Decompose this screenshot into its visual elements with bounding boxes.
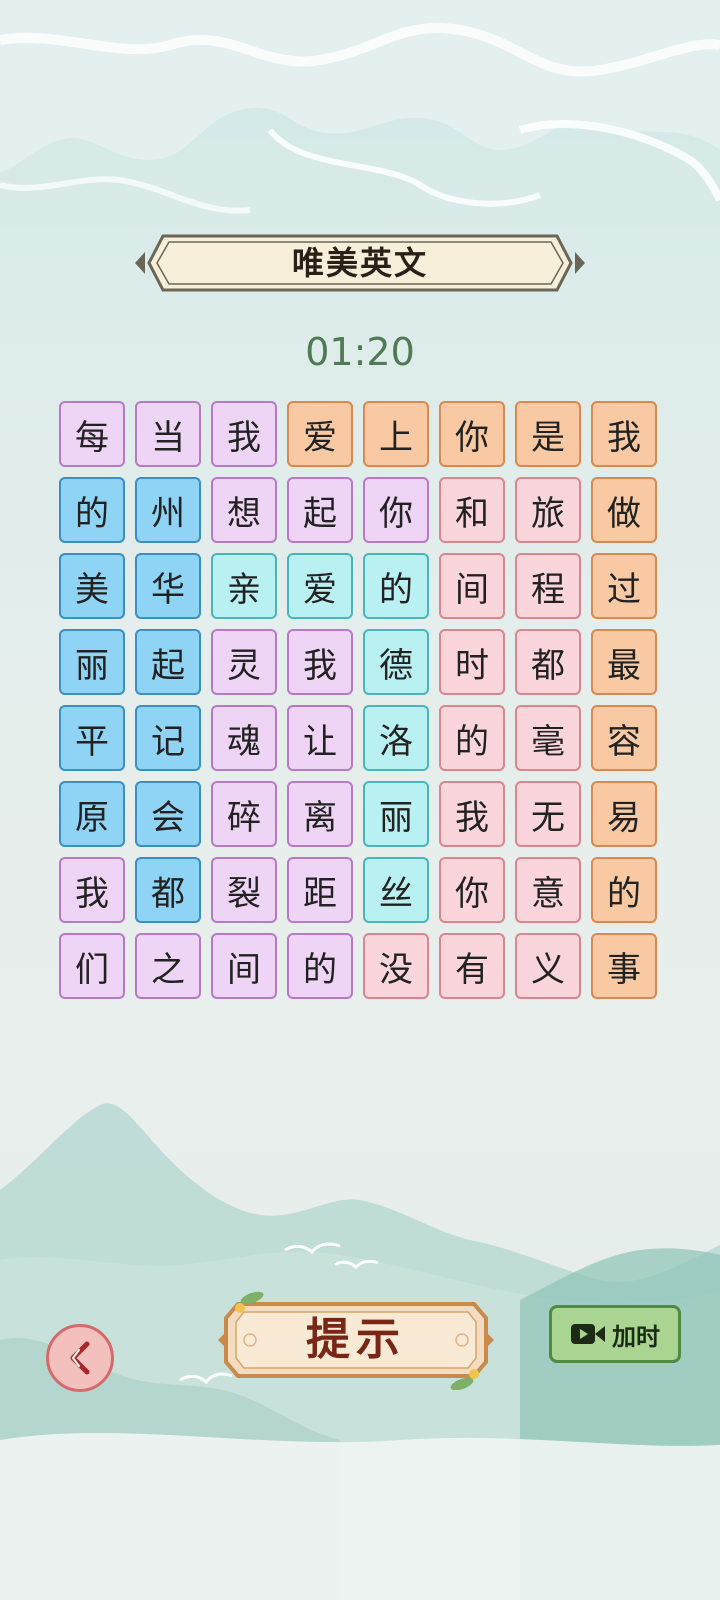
- character-tile[interactable]: 丽: [363, 781, 429, 847]
- character-grid: 每当我爱上你是我的州想起你和旅做美华亲爱的间程过丽起灵我德时都最平记魂让洛的毫容…: [59, 401, 661, 999]
- character-tile[interactable]: 想: [211, 477, 277, 543]
- character-tile[interactable]: 会: [135, 781, 201, 847]
- character-tile[interactable]: 魂: [211, 705, 277, 771]
- character-tile[interactable]: 我: [211, 401, 277, 467]
- character-tile[interactable]: 华: [135, 553, 201, 619]
- character-tile[interactable]: 间: [439, 553, 505, 619]
- video-camera-icon: [571, 1324, 605, 1344]
- character-tile[interactable]: 记: [135, 705, 201, 771]
- character-tile[interactable]: 的: [439, 705, 505, 771]
- character-tile[interactable]: 我: [439, 781, 505, 847]
- title-banner: 唯美英文: [135, 232, 585, 294]
- character-tile[interactable]: 意: [515, 857, 581, 923]
- character-tile[interactable]: 最: [591, 629, 657, 695]
- character-tile[interactable]: 易: [591, 781, 657, 847]
- character-tile[interactable]: 平: [59, 705, 125, 771]
- character-tile[interactable]: 是: [515, 401, 581, 467]
- character-tile[interactable]: 容: [591, 705, 657, 771]
- character-tile[interactable]: 和: [439, 477, 505, 543]
- character-tile[interactable]: 上: [363, 401, 429, 467]
- character-tile[interactable]: 事: [591, 933, 657, 999]
- character-tile[interactable]: 起: [135, 629, 201, 695]
- character-tile[interactable]: 都: [135, 857, 201, 923]
- character-tile[interactable]: 丝: [363, 857, 429, 923]
- character-tile[interactable]: 的: [363, 553, 429, 619]
- character-tile[interactable]: 裂: [211, 857, 277, 923]
- character-tile[interactable]: 的: [287, 933, 353, 999]
- character-tile[interactable]: 你: [439, 401, 505, 467]
- character-tile[interactable]: 爱: [287, 553, 353, 619]
- character-tile[interactable]: 丽: [59, 629, 125, 695]
- character-tile[interactable]: 我: [287, 629, 353, 695]
- add-time-label: 加时: [612, 1322, 660, 1351]
- character-tile[interactable]: 都: [515, 629, 581, 695]
- character-tile[interactable]: 时: [439, 629, 505, 695]
- character-tile[interactable]: 美: [59, 553, 125, 619]
- character-tile[interactable]: 原: [59, 781, 125, 847]
- character-tile[interactable]: 程: [515, 553, 581, 619]
- character-tile[interactable]: 距: [287, 857, 353, 923]
- character-tile[interactable]: 让: [287, 705, 353, 771]
- character-tile[interactable]: 离: [287, 781, 353, 847]
- add-time-button[interactable]: 加时: [549, 1305, 681, 1363]
- back-arrow-icon: [70, 1341, 90, 1375]
- character-tile[interactable]: 之: [135, 933, 201, 999]
- character-tile[interactable]: 做: [591, 477, 657, 543]
- character-tile[interactable]: 洛: [363, 705, 429, 771]
- character-tile[interactable]: 每: [59, 401, 125, 467]
- character-tile[interactable]: 德: [363, 629, 429, 695]
- character-tile[interactable]: 州: [135, 477, 201, 543]
- page-title: 唯美英文: [291, 244, 428, 282]
- hint-button[interactable]: 提示: [218, 1290, 494, 1390]
- character-tile[interactable]: 灵: [211, 629, 277, 695]
- character-tile[interactable]: 有: [439, 933, 505, 999]
- character-tile[interactable]: 我: [591, 401, 657, 467]
- hint-label: 提示: [306, 1314, 406, 1365]
- character-tile[interactable]: 义: [515, 933, 581, 999]
- character-tile[interactable]: 亲: [211, 553, 277, 619]
- character-tile[interactable]: 无: [515, 781, 581, 847]
- character-tile[interactable]: 你: [439, 857, 505, 923]
- character-tile[interactable]: 毫: [515, 705, 581, 771]
- character-tile[interactable]: 碎: [211, 781, 277, 847]
- character-tile[interactable]: 你: [363, 477, 429, 543]
- character-tile[interactable]: 们: [59, 933, 125, 999]
- back-button[interactable]: [46, 1324, 114, 1392]
- character-tile[interactable]: 过: [591, 553, 657, 619]
- countdown-timer: 01:20: [305, 330, 415, 374]
- character-tile[interactable]: 我: [59, 857, 125, 923]
- character-tile[interactable]: 的: [59, 477, 125, 543]
- character-tile[interactable]: 旅: [515, 477, 581, 543]
- character-tile[interactable]: 爱: [287, 401, 353, 467]
- character-tile[interactable]: 的: [591, 857, 657, 923]
- character-tile[interactable]: 没: [363, 933, 429, 999]
- character-tile[interactable]: 间: [211, 933, 277, 999]
- character-tile[interactable]: 起: [287, 477, 353, 543]
- character-tile[interactable]: 当: [135, 401, 201, 467]
